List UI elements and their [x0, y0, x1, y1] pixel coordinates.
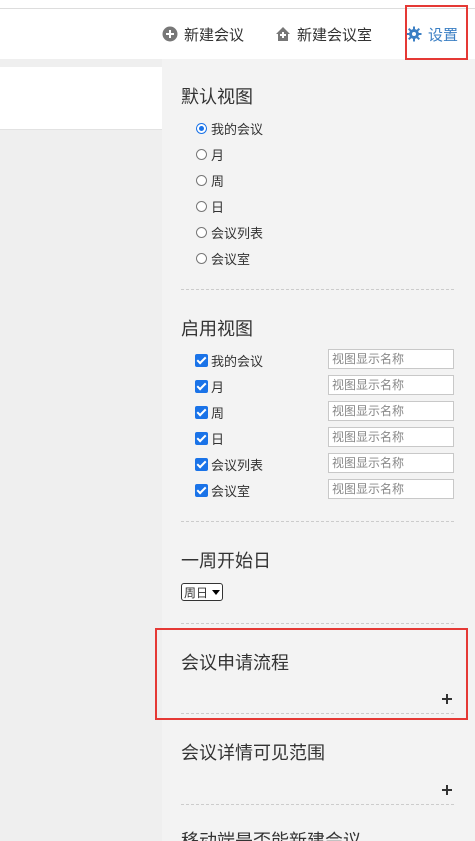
view-name-input[interactable] — [328, 453, 454, 473]
radio-button[interactable] — [196, 122, 207, 134]
default-view-option-list[interactable]: 会议列表 — [196, 224, 264, 242]
option-label: 会议室 — [211, 484, 251, 500]
section-divider — [181, 521, 454, 522]
radio-button[interactable] — [196, 200, 207, 212]
option-label: 我的会议 — [211, 354, 264, 370]
enabled-view-day[interactable]: 日 — [195, 429, 225, 448]
new-room-label: 新建会议室 — [297, 25, 373, 44]
default-view-title: 默认视图 — [181, 87, 253, 108]
add-detail-scope-button[interactable] — [442, 785, 452, 795]
enabled-views-title: 启用视图 — [181, 319, 253, 340]
toolbar: 新建会议 新建会议室 设置 — [0, 9, 475, 59]
enabled-view-room[interactable]: 会议室 — [195, 481, 251, 500]
week-start-select[interactable]: 周日 — [181, 583, 224, 601]
option-label: 会议室 — [211, 252, 251, 268]
option-label: 我的会议 — [211, 122, 264, 138]
view-name-input[interactable] — [328, 375, 454, 395]
section-divider — [181, 713, 454, 714]
enabled-view-month[interactable]: 月 — [195, 377, 225, 396]
section-divider — [181, 623, 454, 624]
mobile-create-title: 移动端是否能新建会议 — [181, 827, 361, 841]
default-view-option-day[interactable]: 日 — [196, 198, 225, 216]
section-divider — [181, 289, 454, 290]
new-meeting-button[interactable]: 新建会议 — [162, 23, 244, 45]
enabled-view-list[interactable]: 会议列表 — [195, 455, 264, 474]
option-label: 日 — [211, 200, 225, 216]
radio-button[interactable] — [196, 252, 207, 264]
new-room-button[interactable]: 新建会议室 — [275, 23, 372, 45]
approval-flow-title: 会议申请流程 — [181, 653, 289, 674]
enabled-view-my-meetings[interactable]: 我的会议 — [195, 351, 264, 370]
house-plus-icon — [276, 27, 290, 41]
detail-scope-title: 会议详情可见范围 — [181, 743, 325, 764]
enabled-view-week[interactable]: 周 — [195, 403, 225, 422]
checkbox[interactable] — [195, 457, 208, 471]
radio-button[interactable] — [196, 226, 207, 238]
plus-circle-icon — [162, 26, 178, 42]
checkbox[interactable] — [195, 405, 208, 419]
option-label: 月 — [211, 380, 225, 396]
option-label: 会议列表 — [211, 226, 264, 242]
checkbox[interactable] — [195, 483, 208, 497]
radio-button[interactable] — [196, 148, 207, 160]
view-name-input[interactable] — [328, 427, 454, 447]
view-name-input[interactable] — [328, 479, 454, 499]
view-name-input[interactable] — [328, 349, 454, 369]
default-view-option-week[interactable]: 周 — [196, 172, 225, 190]
settings-button[interactable]: 设置 — [406, 23, 458, 45]
default-view-option-month[interactable]: 月 — [196, 146, 225, 164]
new-meeting-label: 新建会议 — [184, 25, 245, 44]
gear-icon — [406, 26, 422, 42]
option-label: 日 — [211, 432, 225, 448]
chevron-down-icon — [212, 589, 221, 595]
option-label: 月 — [211, 148, 225, 164]
checkbox[interactable] — [195, 379, 208, 393]
settings-label: 设置 — [428, 25, 459, 44]
default-view-option-my-meetings[interactable]: 我的会议 — [196, 120, 264, 138]
week-start-title: 一周开始日 — [181, 551, 271, 572]
section-divider — [181, 804, 454, 805]
option-label: 会议列表 — [211, 458, 264, 474]
checkbox[interactable] — [195, 431, 208, 445]
calendar-area — [0, 59, 162, 841]
settings-panel: 默认视图 我的会议 月 周 日 会议列表 会议室 启用视图 我的会议 月 周 — [162, 59, 475, 841]
calendar-header-card — [0, 67, 162, 130]
select-value: 周日 — [184, 585, 209, 600]
radio-button[interactable] — [196, 174, 207, 186]
option-label: 周 — [211, 174, 225, 190]
option-label: 周 — [211, 406, 225, 422]
default-view-option-room[interactable]: 会议室 — [196, 250, 251, 268]
checkbox[interactable] — [195, 353, 208, 367]
add-approval-flow-button[interactable] — [442, 694, 452, 704]
view-name-input[interactable] — [328, 401, 454, 421]
